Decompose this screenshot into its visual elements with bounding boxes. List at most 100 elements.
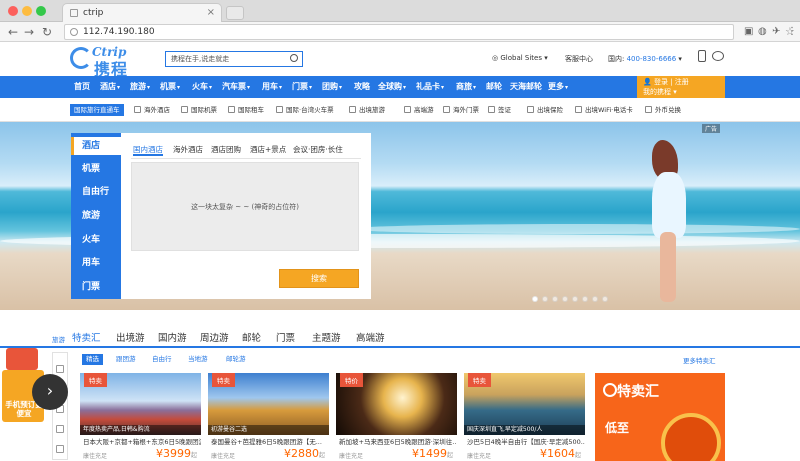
- product-card[interactable]: 特卖 年度热卖产品,日韩&购流 日本大阪+京都+箱根+东京6日5晚跟团游 康佳充…: [80, 373, 201, 461]
- subnav-insurance[interactable]: 出境保险: [527, 104, 563, 116]
- reload-icon[interactable]: ↻: [42, 24, 52, 40]
- product-card[interactable]: 特价 新加坡+马来西亚6日5晚跟团游·深圳往... 康佳充足 ¥1499起: [336, 373, 457, 461]
- carousel-dot[interactable]: [562, 296, 568, 302]
- chevron-right-icon[interactable]: ›: [32, 374, 68, 410]
- filter-group-tour[interactable]: 跟团游: [112, 354, 140, 365]
- tab-special-sale[interactable]: 特卖汇: [72, 330, 101, 344]
- search-button[interactable]: 搜索: [279, 269, 359, 288]
- tab-cruise[interactable]: 邮轮: [242, 330, 261, 344]
- menu-icon[interactable]: ⋮: [787, 26, 797, 37]
- carousel-dot[interactable]: [602, 296, 608, 302]
- my-ctrip-link[interactable]: 我的携程 ▾: [643, 87, 719, 97]
- minimize-window-button[interactable]: [22, 6, 32, 16]
- subnav-outbound-travel[interactable]: 出境旅游: [349, 104, 385, 116]
- tab-luxury[interactable]: 高端游: [356, 330, 385, 344]
- service-center-link[interactable]: 客服中心: [565, 54, 593, 64]
- tab-domestic-hotel[interactable]: 国内酒店: [133, 144, 163, 156]
- extension-icon[interactable]: ▣: [744, 26, 753, 37]
- subnav-intl-train[interactable]: 国际·台湾火车票: [276, 104, 334, 116]
- browser-tab[interactable]: ctrip ×: [62, 3, 222, 22]
- nav-travel[interactable]: 旅游▾: [130, 76, 150, 98]
- tab-hotel-groupbuy[interactable]: 酒店团购: [211, 144, 241, 156]
- side-tab-train[interactable]: 火车: [71, 232, 121, 245]
- nav-flight[interactable]: 机票▾: [160, 76, 180, 98]
- login-box[interactable]: 👤 登录 | 注册 我的携程 ▾: [637, 76, 725, 98]
- subnav-overseas-hotel[interactable]: 海外酒店: [134, 104, 170, 116]
- nav-train[interactable]: 火车▾: [192, 76, 212, 98]
- tab-domestic[interactable]: 国内游: [158, 330, 187, 344]
- product-card[interactable]: 特卖 国庆深圳直飞,早定减500/人 沙巴5日4晚半自由行【国庆·早定减500.…: [464, 373, 585, 461]
- location-icon[interactable]: [56, 425, 64, 433]
- side-tab-free-travel[interactable]: 自由行: [71, 184, 121, 197]
- mobile-phone-icon[interactable]: [698, 50, 706, 62]
- subnav-overseas-tickets[interactable]: 海外门票: [443, 104, 479, 116]
- nav-more[interactable]: 更多▾: [548, 76, 568, 98]
- filter-cruise-tour[interactable]: 邮轮游: [222, 354, 250, 365]
- back-arrow-icon[interactable]: ←: [8, 24, 18, 40]
- tab-outbound[interactable]: 出境游: [116, 330, 145, 344]
- nav-hotel[interactable]: 酒店▾: [100, 76, 120, 98]
- maximize-window-button[interactable]: [36, 6, 46, 16]
- side-tab-travel[interactable]: 旅游: [71, 208, 121, 221]
- nav-guide[interactable]: 攻略: [354, 76, 370, 98]
- toolbar-icon[interactable]: [56, 365, 64, 373]
- subnav-intl-car[interactable]: 国际租车: [228, 104, 264, 116]
- carousel-dot[interactable]: [582, 296, 588, 302]
- side-tab-tickets[interactable]: 门票: [71, 279, 121, 292]
- tab-nearby[interactable]: 周边游: [200, 330, 229, 344]
- subnav-visa[interactable]: 签证: [488, 104, 511, 116]
- nav-business[interactable]: 商旅▾: [456, 76, 476, 98]
- tab-meeting[interactable]: 会议·团房·长住: [293, 144, 343, 156]
- global-sites-link[interactable]: ◎ Global Sites ▾: [492, 54, 548, 62]
- nav-home[interactable]: 首页: [74, 76, 90, 98]
- more-specials-link[interactable]: 更多特卖汇: [683, 355, 716, 365]
- product-price: ¥3999起: [155, 447, 197, 460]
- close-window-button[interactable]: [8, 6, 18, 16]
- url-text: 112.74.190.180: [83, 27, 155, 37]
- carousel-dot[interactable]: [592, 296, 598, 302]
- subnav-currency[interactable]: 外币兑换: [645, 104, 681, 116]
- product-card[interactable]: 特卖 初游曼谷二选 泰国曼谷+芭提雅6日5晚跟团游【无... 康佳充足 ¥288…: [208, 373, 329, 461]
- subnav-intl-flight[interactable]: 国际机票: [181, 104, 217, 116]
- close-tab-icon[interactable]: ×: [207, 4, 215, 22]
- tab-tickets[interactable]: 门票: [276, 330, 295, 344]
- forward-arrow-icon[interactable]: →: [24, 24, 34, 40]
- filter-free-travel[interactable]: 自由行: [148, 354, 176, 365]
- url-input[interactable]: 112.74.190.180 ☆: [64, 24, 795, 40]
- international-badge: 国际旅行直通车: [70, 104, 124, 116]
- tab-overseas-hotel[interactable]: 海外酒店: [173, 144, 203, 156]
- login-register-link[interactable]: 👤 登录 | 注册: [643, 77, 719, 87]
- nav-tianhai-cruise[interactable]: 天海邮轮: [510, 76, 542, 98]
- search-input[interactable]: 携程在手,说走就走: [165, 51, 303, 67]
- nav-car[interactable]: 用车▾: [262, 76, 282, 98]
- nav-global-buy[interactable]: 全球购▾: [378, 76, 406, 98]
- nav-tickets[interactable]: 门票▾: [292, 76, 312, 98]
- side-tab-flight[interactable]: 机票: [71, 161, 121, 174]
- carousel-dot[interactable]: [572, 296, 578, 302]
- new-tab-button[interactable]: [226, 6, 244, 20]
- nav-gift-card[interactable]: 礼品卡▾: [416, 76, 444, 98]
- nav-groupbuy[interactable]: 团购▾: [322, 76, 342, 98]
- filter-featured[interactable]: 精选: [82, 354, 103, 365]
- nav-bus[interactable]: 汽车票▾: [222, 76, 250, 98]
- ctrip-logo[interactable]: Ctrip 携程: [70, 45, 140, 79]
- nav-cruise[interactable]: 邮轮: [486, 76, 502, 98]
- extension-icon[interactable]: ◍: [758, 26, 767, 37]
- extension-icon[interactable]: ✈: [772, 26, 780, 37]
- carousel-dot[interactable]: [552, 296, 558, 302]
- subnav-wifi[interactable]: 出境WiFi·电话卡: [575, 104, 633, 116]
- tab-hotel-attraction[interactable]: 酒店+景点: [250, 144, 286, 156]
- subnav-luxury-travel[interactable]: 高端游: [404, 104, 434, 116]
- wechat-icon[interactable]: [712, 51, 724, 61]
- filter-local-tour[interactable]: 当地游: [184, 354, 212, 365]
- tab-theme[interactable]: 主题游: [312, 330, 341, 344]
- special-sale-promo[interactable]: 特卖汇 低至: [595, 373, 725, 461]
- carousel-dot[interactable]: [542, 296, 548, 302]
- side-tab-hotel[interactable]: 酒店: [71, 137, 121, 155]
- carousel-dot[interactable]: [532, 296, 538, 302]
- site-header: Ctrip 携程 携程在手,说走就走 ◎ Global Sites ▾ 客服中心…: [0, 42, 800, 79]
- toolbar-icon[interactable]: [56, 445, 64, 453]
- side-tab-car[interactable]: 用车: [71, 255, 121, 268]
- car-icon: [228, 106, 235, 113]
- search-icon[interactable]: [290, 54, 298, 62]
